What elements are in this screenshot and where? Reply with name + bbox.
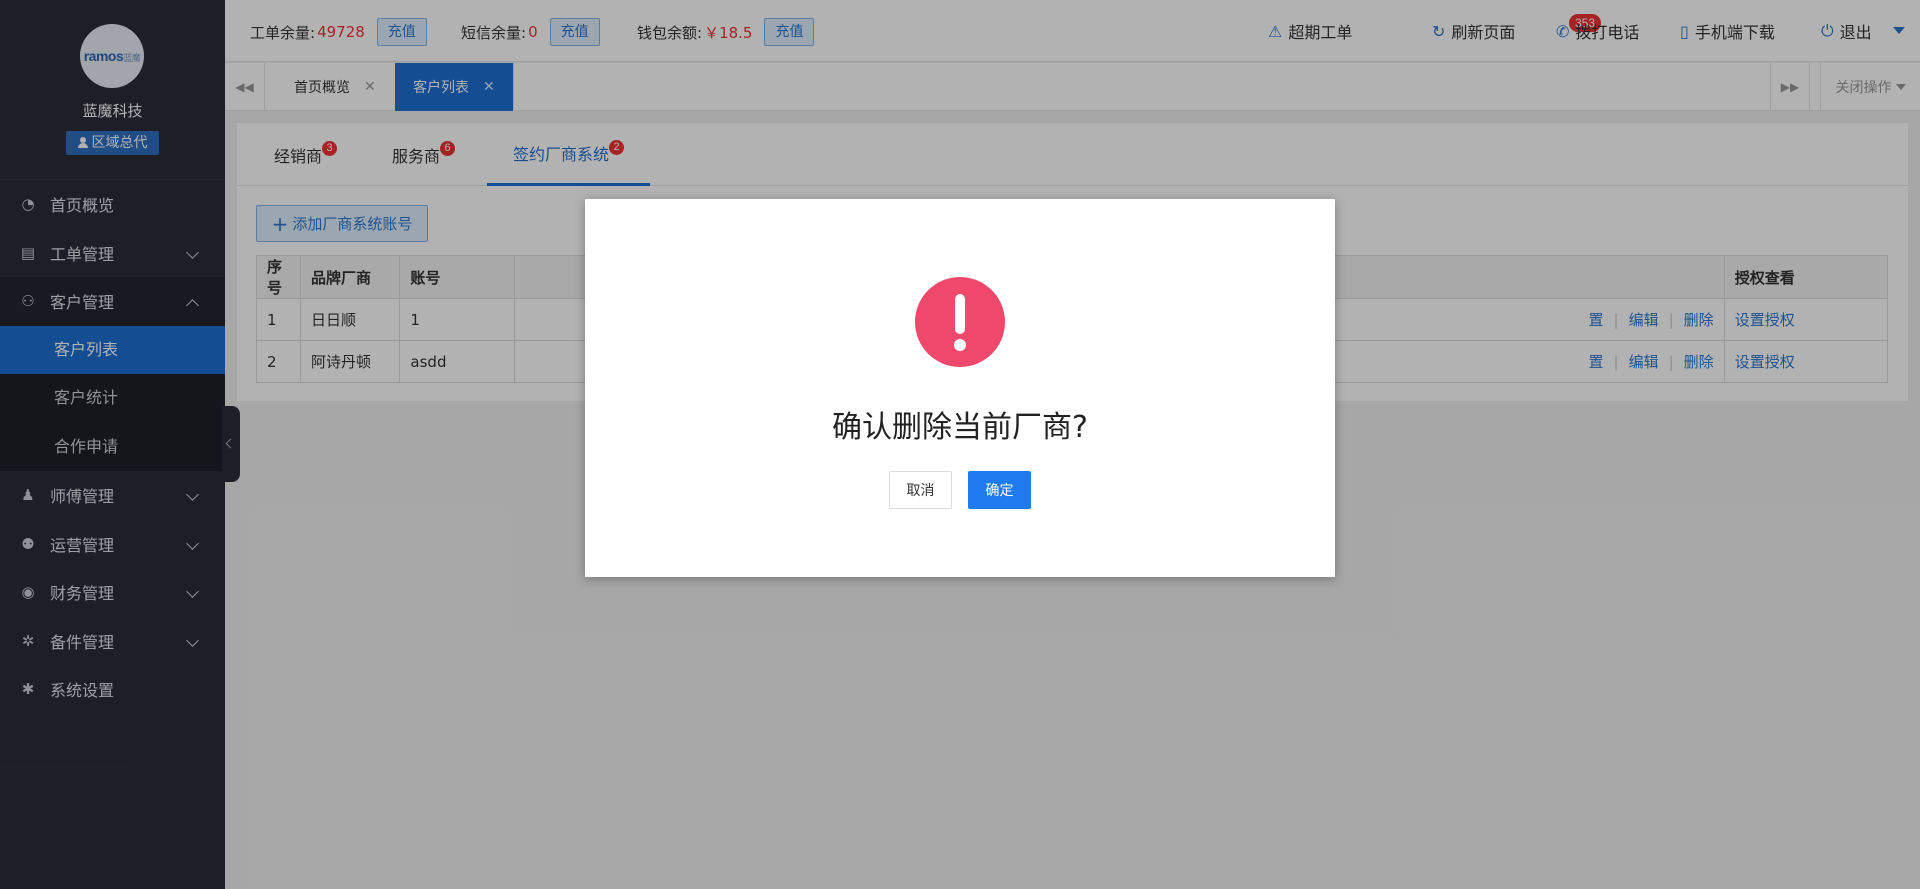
confirm-delete-dialog: 确认删除当前厂商? 取消 确定 (585, 199, 1335, 577)
confirm-button[interactable]: 确定 (968, 471, 1031, 509)
warning-icon (915, 277, 1005, 367)
dialog-message: 确认删除当前厂商? (832, 410, 1088, 445)
cancel-button[interactable]: 取消 (889, 471, 952, 509)
